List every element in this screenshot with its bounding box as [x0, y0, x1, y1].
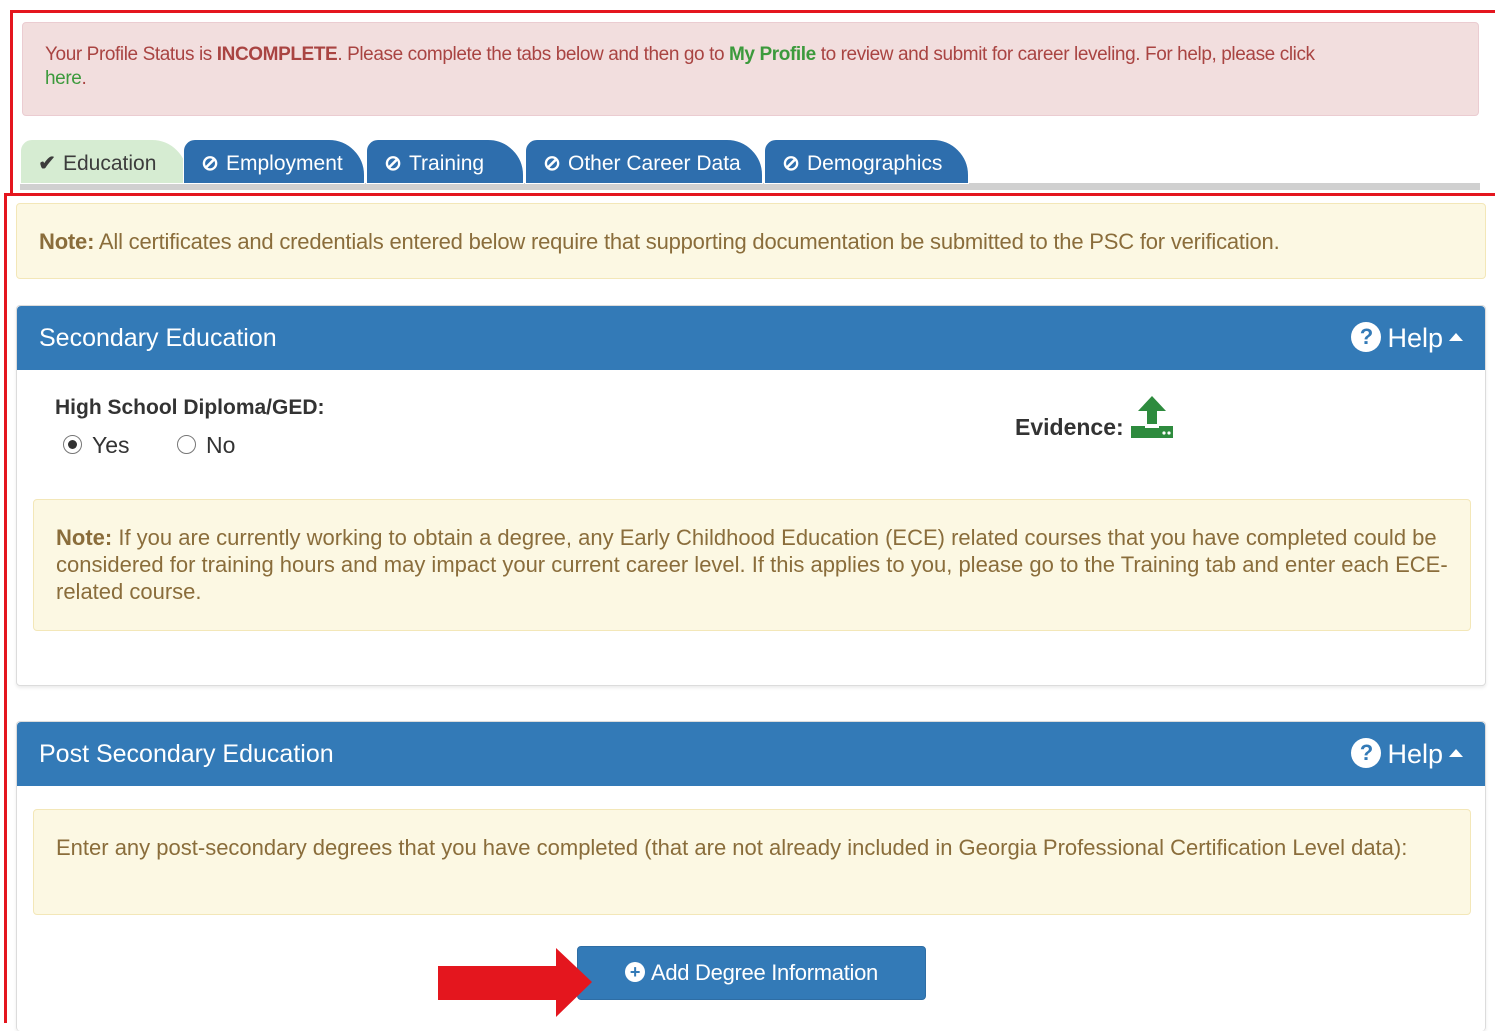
- tab-training[interactable]: ⊘ Training: [366, 139, 524, 184]
- radio-label: Yes: [92, 432, 130, 458]
- status-prefix: Your Profile Status is: [45, 44, 217, 65]
- help-toggle[interactable]: ? Help: [1351, 722, 1463, 786]
- diploma-field-label: High School Diploma/GED:: [55, 396, 325, 419]
- documentation-note: Note: All certificates and credentials e…: [16, 203, 1486, 279]
- status-value: INCOMPLETE: [216, 44, 338, 65]
- ece-note: Note: If you are currently working to ob…: [33, 499, 1471, 631]
- ban-icon: ⊘: [782, 152, 800, 175]
- post-secondary-education-header: Post Secondary Education ? Help: [17, 722, 1485, 786]
- radio-yes[interactable]: Yes: [63, 432, 130, 459]
- tab-label: Other Career Data: [568, 152, 741, 175]
- status-suffix: to review and submit for career leveling…: [815, 44, 1315, 65]
- secondary-education-panel: Secondary Education ? Help High School Di…: [16, 305, 1486, 686]
- radio-no[interactable]: No: [177, 432, 235, 459]
- plus-circle-icon: +: [625, 962, 645, 983]
- help-label: Help: [1387, 323, 1443, 353]
- tab-label: Demographics: [807, 152, 943, 175]
- tab-label: Education: [63, 152, 157, 175]
- tab-label: Training: [409, 152, 485, 175]
- note-label: Note:: [39, 229, 95, 254]
- ban-icon: ⊘: [384, 152, 402, 175]
- secondary-education-header: Secondary Education ? Help: [17, 306, 1485, 370]
- question-circle-icon: ?: [1351, 737, 1382, 768]
- tab-employment[interactable]: ⊘ Employment: [183, 139, 365, 184]
- panel-title: Post Secondary Education: [39, 740, 334, 768]
- tab-demographics[interactable]: ⊘ Demographics: [764, 139, 969, 184]
- evidence-label: Evidence:: [1015, 414, 1124, 440]
- post-secondary-note: Enter any post-secondary degrees that yo…: [33, 809, 1471, 915]
- note-text: Enter any post-secondary degrees that yo…: [56, 835, 1408, 860]
- radio-button[interactable]: [177, 435, 196, 455]
- my-profile-link[interactable]: My Profile: [729, 44, 816, 65]
- tab-other-career-data[interactable]: ⊘ Other Career Data: [525, 139, 763, 184]
- upload-icon[interactable]: [1129, 394, 1175, 440]
- ban-icon: ⊘: [201, 152, 219, 175]
- ban-icon: ⊘: [543, 152, 561, 175]
- radio-button-checked[interactable]: [63, 435, 82, 455]
- caret-up-icon: [1449, 748, 1463, 757]
- radio-label: No: [206, 432, 236, 458]
- tab-label: Employment: [226, 152, 343, 175]
- help-here-link[interactable]: here: [45, 68, 82, 89]
- note-text: If you are currently working to obtain a…: [56, 525, 1448, 604]
- question-circle-icon: ?: [1351, 321, 1382, 352]
- help-toggle[interactable]: ? Help: [1351, 306, 1463, 370]
- help-label: Help: [1387, 739, 1443, 769]
- add-degree-button[interactable]: + Add Degree Information: [577, 946, 926, 1000]
- profile-status-alert: Your Profile Status is INCOMPLETE. Pleas…: [22, 22, 1479, 116]
- tab-education[interactable]: ✔ Education: [20, 139, 188, 184]
- panel-title: Secondary Education: [39, 324, 277, 352]
- check-icon: ✔: [38, 152, 56, 175]
- add-degree-label: Add Degree Information: [651, 960, 878, 985]
- status-end: .: [81, 68, 87, 89]
- caret-up-icon: [1449, 332, 1463, 341]
- note-label: Note:: [56, 525, 113, 550]
- status-middle: . Please complete the tabs below and the…: [337, 44, 729, 65]
- arrow-right-icon: [438, 948, 592, 1017]
- note-text: All certificates and credentials entered…: [94, 229, 1280, 254]
